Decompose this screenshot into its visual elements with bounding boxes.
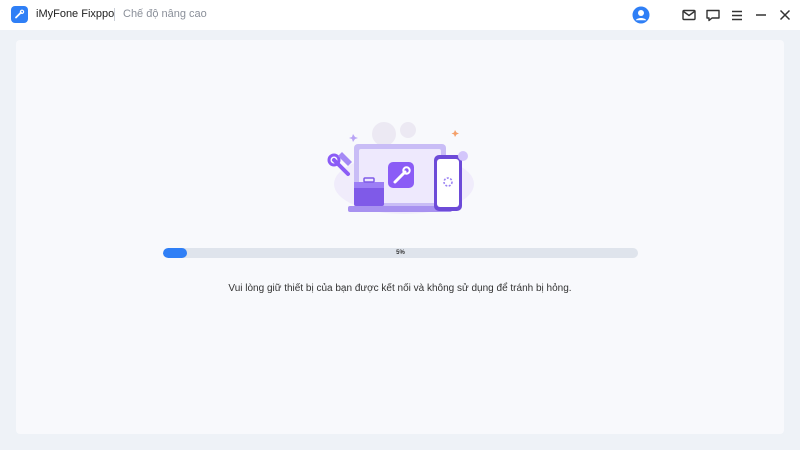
feedback-icon[interactable] [703, 5, 723, 25]
close-icon[interactable] [775, 5, 795, 25]
title-bar: iMyFone Fixppo Chế độ nâng cao [0, 0, 800, 30]
minimize-icon[interactable] [751, 5, 771, 25]
app-name: iMyFone Fixppo [36, 8, 115, 20]
app-logo-icon [11, 6, 28, 23]
user-icon[interactable] [631, 5, 651, 25]
menu-icon[interactable] [727, 5, 747, 25]
title-divider [114, 8, 115, 21]
instruction-message: Vui lòng giữ thiết bị của bạn được kết n… [228, 283, 572, 294]
repair-illustration [326, 122, 476, 222]
progress-percentage: 5% [396, 250, 405, 256]
main-panel [16, 40, 784, 434]
mail-icon[interactable] [679, 5, 699, 25]
mode-name: Chế độ nâng cao [123, 8, 207, 20]
